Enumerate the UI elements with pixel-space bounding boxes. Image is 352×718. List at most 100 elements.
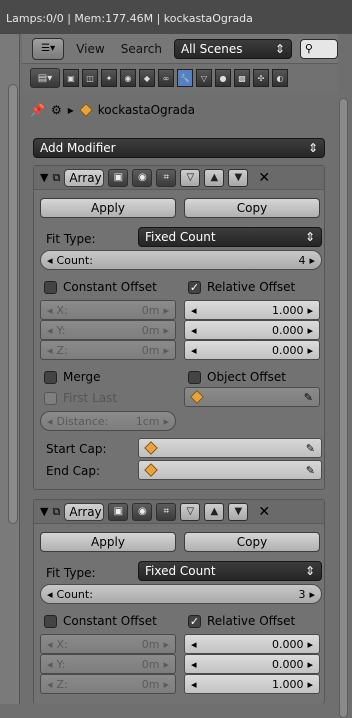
constant-offset-checkbox[interactable]: Constant Offset [44,614,157,628]
relative-offset-checkbox[interactable]: ✓ Relative Offset [188,280,295,294]
properties-scrollbar[interactable] [336,34,352,718]
search-input[interactable]: ⚲ [299,38,338,59]
texture-context-icon[interactable]: ▩ [234,69,250,87]
apply-button[interactable]: Apply [40,532,176,552]
move-up-icon[interactable]: ▲ [204,502,225,521]
constant-z-field[interactable]: ◂ Z: 0m ▸ [40,674,176,694]
updown-arrow-icon: ⇕ [274,41,285,56]
increment-icon[interactable]: ▸ [163,658,169,671]
constant-y-field[interactable]: ◂ Y: 0m ▸ [40,320,176,340]
merge-checkbox[interactable]: Merge [44,370,100,384]
constant-y-field[interactable]: ◂ Y: 0m ▸ [40,654,176,674]
increment-icon[interactable]: ▸ [163,678,169,691]
relative-x-field[interactable]: ◂ 0.000 ▸ [184,634,320,654]
offset-object-field[interactable]: ✎ [184,387,320,407]
eyedropper-icon[interactable]: ✎ [304,391,313,404]
copy-button[interactable]: Copy [184,532,320,552]
constant-offset-label: Constant Offset [63,280,157,294]
modifiers-context-icon[interactable]: 🔧 [177,69,193,87]
checkbox-icon [44,614,57,628]
first-last-checkbox[interactable]: First Last [44,391,117,405]
relative-offset-checkbox[interactable]: ✓ Relative Offset [188,614,295,628]
relative-z-field[interactable]: ◂ 1.000 ▸ [184,674,320,694]
constant-x-field[interactable]: ◂ X: 0m ▸ [40,634,176,654]
eyedropper-icon[interactable]: ✎ [306,442,315,455]
left-scroll-handle[interactable] [8,84,18,524]
relative-x-value: 0.000 [271,637,304,651]
viewport-toggle-icon[interactable]: ◉ [132,502,153,521]
merge-distance-field[interactable]: ◂ Distance: 1cm ▸ [40,411,176,431]
move-down-icon[interactable]: ▼ [228,502,249,521]
increment-icon[interactable]: ▸ [163,324,169,337]
increment-icon[interactable]: ▸ [163,344,169,357]
increment-icon[interactable]: ▸ [163,415,169,428]
end-cap-field[interactable]: ✎ [138,460,322,480]
material-context-icon[interactable]: ● [215,69,231,87]
data-context-icon[interactable]: ▽ [196,69,212,87]
cage-toggle-icon[interactable]: ▽ [180,502,201,521]
relative-x-field[interactable]: ◂ 1.000 ▸ [184,300,320,320]
close-icon[interactable]: ✕ [258,504,270,520]
relative-y-field[interactable]: ◂ 0.000 ▸ [184,320,320,340]
editor-type-button[interactable]: ☰▾ [32,37,65,60]
increment-icon[interactable]: ▸ [307,638,313,651]
constant-z-field[interactable]: ◂ Z: 0m ▸ [40,340,176,360]
increment-icon[interactable]: ▸ [307,678,313,691]
physics-context-icon[interactable]: ◐ [272,69,288,87]
relative-y-value: 0.000 [271,657,304,671]
search-menu[interactable]: Search [117,42,166,56]
fit-type-select[interactable]: Fixed Count ⇕ [138,227,322,247]
increment-icon[interactable]: ▸ [309,588,315,601]
pin-icon[interactable]: 📌 [30,103,45,117]
object-offset-checkbox[interactable]: Object Offset [188,370,286,384]
close-icon[interactable]: ✕ [258,170,270,186]
relative-z-field[interactable]: ◂ 0.000 ▸ [184,340,320,360]
fit-type-select[interactable]: Fixed Count ⇕ [138,561,322,581]
display-mode-select[interactable]: All Scenes ⇕ [173,38,292,59]
copy-button[interactable]: Copy [184,198,320,218]
add-modifier-label: Add Modifier [40,141,116,155]
first-last-label: First Last [63,391,118,405]
relative-y-field[interactable]: ◂ 0.000 ▸ [184,654,320,674]
cage-toggle-icon[interactable]: ▽ [180,168,201,187]
increment-icon[interactable]: ▸ [163,638,169,651]
particles-context-icon[interactable]: ✣ [253,69,269,87]
apply-button[interactable]: Apply [40,198,176,218]
world-context-icon[interactable]: ◉ [120,69,136,87]
move-up-icon[interactable]: ▲ [204,168,225,187]
increment-icon[interactable]: ▸ [307,324,313,337]
properties-scroll-handle[interactable] [339,98,348,718]
render-toggle-icon[interactable]: ▣ [108,168,129,187]
render-layers-context-icon[interactable]: ◫ [82,69,98,87]
collapse-arrow-icon[interactable]: ▼ [40,171,48,184]
eyedropper-icon[interactable]: ✎ [306,464,315,477]
add-modifier-dropdown[interactable]: Add Modifier ⇕ [33,138,325,158]
viewport-toggle-icon[interactable]: ◉ [132,168,153,187]
increment-icon[interactable]: ▸ [307,658,313,671]
constant-x-field[interactable]: ◂ X: 0m ▸ [40,300,176,320]
editmode-toggle-icon[interactable]: ⌗ [156,502,177,521]
modifier-name-field[interactable]: Array [64,502,105,521]
properties-editor-button[interactable]: ▤▾ [30,68,60,88]
editmode-toggle-icon[interactable]: ⌗ [156,168,177,187]
y-value: 0m [141,323,160,337]
collapse-arrow-icon[interactable]: ▼ [40,505,48,518]
count-field[interactable]: ◂ Count: 4 ▸ [40,250,322,270]
view-menu[interactable]: View [72,42,108,56]
scene-context-icon[interactable]: ✦ [101,69,117,87]
count-value: 3 [298,587,306,601]
constant-offset-checkbox[interactable]: Constant Offset [44,280,157,294]
render-context-icon[interactable]: ▣ [63,69,79,87]
increment-icon[interactable]: ▸ [307,344,313,357]
move-down-icon[interactable]: ▼ [228,168,249,187]
count-field[interactable]: ◂ Count: 3 ▸ [40,584,322,604]
start-cap-field[interactable]: ✎ [138,438,322,458]
increment-icon[interactable]: ▸ [307,304,313,317]
object-context-icon[interactable]: ◆ [139,69,155,87]
constraints-context-icon[interactable]: ∞ [158,69,174,87]
render-toggle-icon[interactable]: ▣ [108,502,129,521]
increment-icon[interactable]: ▸ [309,254,315,267]
relative-offset-label: Relative Offset [207,614,296,628]
modifier-name-field[interactable]: Array [64,168,105,187]
increment-icon[interactable]: ▸ [163,304,169,317]
